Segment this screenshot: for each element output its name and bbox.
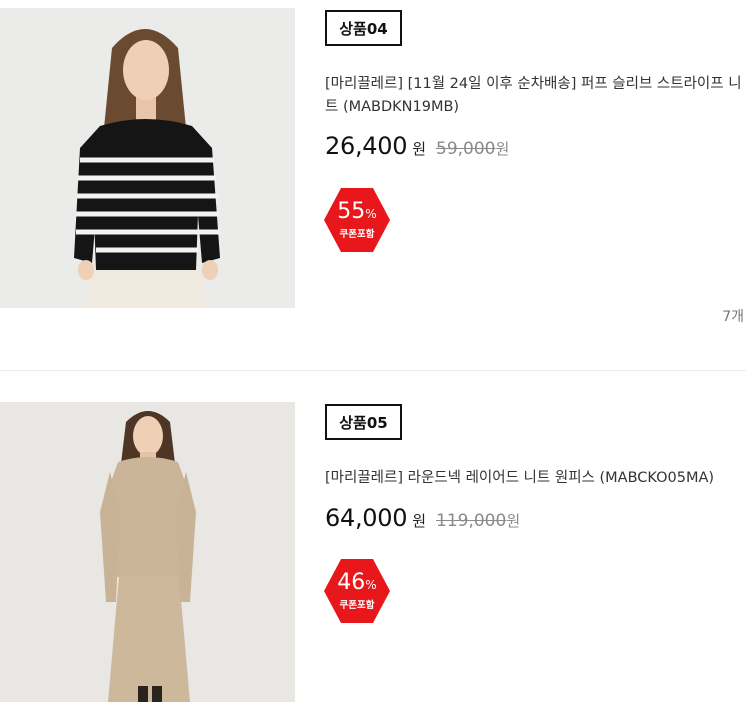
- sale-price: 64,000: [325, 504, 408, 532]
- product-title[interactable]: [마리끌레르] 라운드넥 레이어드 니트 원피스 (MABCKO05MA): [325, 467, 746, 490]
- product-card[interactable]: 상품04 [마리끌레르] [11월 24일 이후 순차배송] 퍼프 슬리브 스트…: [0, 0, 746, 370]
- discount-badge: 55% 쿠폰포함: [323, 186, 391, 254]
- product-number-badge: 상품05: [325, 404, 402, 440]
- sale-price: 26,400: [325, 132, 408, 160]
- discount-badge: 46% 쿠폰포함: [323, 557, 391, 625]
- item-count: 7개: [722, 309, 744, 325]
- discount-percent: 46%: [337, 570, 377, 595]
- original-price: 59,000: [436, 139, 496, 159]
- striped-knit-photo-icon: [0, 8, 295, 308]
- sale-price-unit: 원: [412, 140, 426, 158]
- product-card[interactable]: 상품05 [마리끌레르] 라운드넥 레이어드 니트 원피스 (MABCKO05M…: [0, 370, 746, 702]
- discount-label: 쿠폰포함: [339, 229, 375, 240]
- sale-price-unit: 원: [412, 512, 426, 530]
- original-price: 119,000: [436, 511, 507, 531]
- product-number-badge: 상품04: [325, 10, 402, 46]
- product-image[interactable]: [0, 8, 295, 308]
- discount-percent: 55%: [337, 199, 377, 224]
- price-row: 64,000 원 119,000 원: [325, 504, 520, 532]
- product-title[interactable]: [마리끌레르] [11월 24일 이후 순차배송] 퍼프 슬리브 스트라이프 니…: [325, 73, 746, 119]
- knit-dress-photo-icon: [0, 402, 295, 702]
- original-price-unit: 원: [495, 140, 510, 158]
- discount-label: 쿠폰포함: [339, 600, 375, 611]
- price-row: 26,400 원 59,000 원: [325, 132, 509, 160]
- original-price-unit: 원: [506, 512, 521, 530]
- product-image[interactable]: [0, 402, 295, 702]
